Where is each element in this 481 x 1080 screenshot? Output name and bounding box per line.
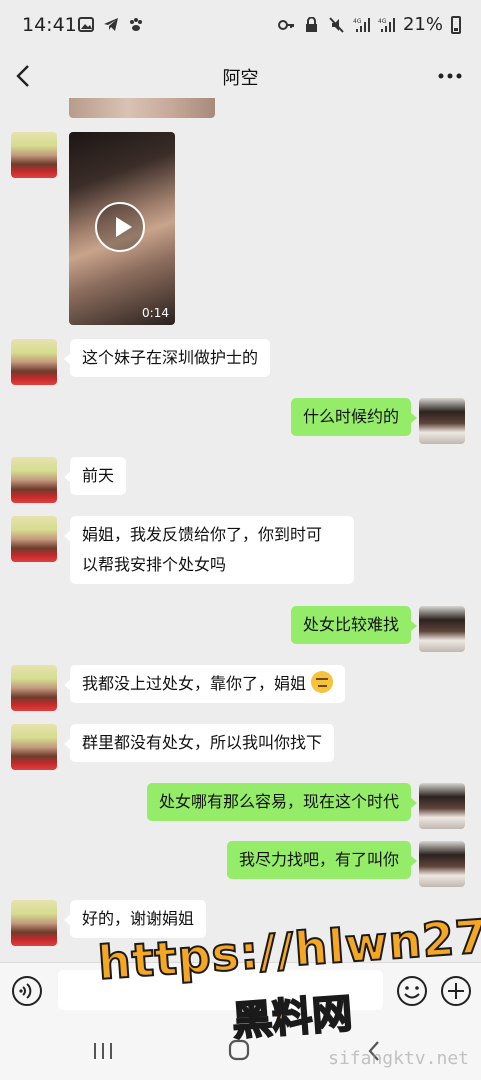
message-bubble[interactable]: 我尽力找吧，有了叫你: [226, 841, 418, 879]
message-text: 处女哪有那么容易，现在这个时代: [158, 792, 399, 811]
watermark-faint: sifangktv.net: [328, 1048, 469, 1069]
emoji-picker-icon[interactable]: [396, 975, 428, 1007]
signal-4g-icon: 4G: [353, 17, 370, 32]
message-text: 我尽力找吧，有了叫你: [238, 850, 399, 869]
message-text: 这个妹子在深圳做护士的: [82, 348, 259, 367]
mute-icon: [329, 16, 344, 33]
contact-avatar[interactable]: [11, 665, 57, 711]
message-bubble[interactable]: 前天: [63, 457, 127, 495]
message-bubble[interactable]: 什么时候约的: [290, 398, 418, 436]
status-bar: 14:41 4G 4G 21%: [0, 0, 481, 54]
message-text-line: 以帮我安排个处女吗: [82, 555, 227, 574]
recent-apps-icon[interactable]: [92, 1041, 114, 1061]
image-icon: [78, 17, 94, 32]
message-text: 群里都没有处女，所以我叫你找下: [82, 733, 323, 752]
contact-avatar[interactable]: [11, 132, 57, 178]
video-duration: 0:14: [142, 306, 169, 320]
battery-icon: [451, 15, 461, 34]
message-text: 什么时候约的: [302, 407, 399, 426]
contact-avatar[interactable]: [11, 724, 57, 770]
status-right-icons: 4G 4G 21%: [277, 14, 461, 35]
self-avatar[interactable]: [419, 841, 465, 887]
svg-text:4G: 4G: [378, 18, 387, 25]
more-actions-plus-icon[interactable]: [440, 975, 472, 1007]
contact-avatar[interactable]: [11, 457, 57, 503]
message-bubble[interactable]: 我都没上过处女，靠你了，娟姐: [63, 665, 346, 703]
status-time: 14:41: [22, 14, 77, 36]
telegram-icon: [104, 18, 118, 31]
self-avatar[interactable]: [419, 606, 465, 652]
message-list[interactable]: 0:14 这个妹子在深圳做护士的 什么时候约的 前天 娟姐，我发反馈给你了，你到…: [0, 98, 481, 962]
message-bubble[interactable]: 娟姐，我发反馈给你了，你到时可 以帮我安排个处女吗: [64, 516, 354, 584]
message-bubble[interactable]: 处女哪有那么容易，现在这个时代: [146, 783, 418, 821]
lock-icon: [305, 16, 317, 32]
chat-header: 阿空: [0, 54, 481, 98]
message-text: 处女比较难找: [302, 615, 399, 634]
message-bubble[interactable]: 处女比较难找: [290, 606, 418, 644]
voice-input-icon[interactable]: [11, 975, 43, 1007]
status-left-icons: [78, 17, 144, 32]
more-options-icon[interactable]: [437, 64, 463, 88]
svg-text:4G: 4G: [353, 18, 362, 25]
photo-message[interactable]: [69, 98, 215, 118]
video-message[interactable]: 0:14: [69, 132, 175, 325]
message-bubble[interactable]: 这个妹子在深圳做护士的: [63, 339, 271, 377]
self-avatar[interactable]: [419, 398, 465, 444]
contact-avatar[interactable]: [11, 900, 57, 946]
chat-title: 阿空: [222, 68, 259, 89]
contact-avatar[interactable]: [11, 516, 57, 562]
message-text: 好的，谢谢娟姐: [82, 909, 195, 928]
message-text: 前天: [82, 466, 115, 485]
play-icon[interactable]: [95, 202, 145, 252]
watermark-name: 黑料网: [230, 990, 355, 1046]
key-icon: [277, 19, 294, 30]
battery-percent: 21%: [402, 14, 443, 35]
self-avatar[interactable]: [419, 783, 465, 829]
thinking-face-icon: [311, 671, 334, 693]
message-bubble[interactable]: 群里都没有处女，所以我叫你找下: [63, 724, 335, 762]
contact-avatar[interactable]: [11, 339, 57, 385]
message-text-line: 娟姐，我发反馈给你了，你到时可: [82, 525, 323, 544]
paw-icon: [130, 18, 142, 31]
message-text: 我都没上过处女，靠你了，娟姐: [82, 674, 307, 693]
signal-4g-icon: 4G: [378, 17, 395, 32]
